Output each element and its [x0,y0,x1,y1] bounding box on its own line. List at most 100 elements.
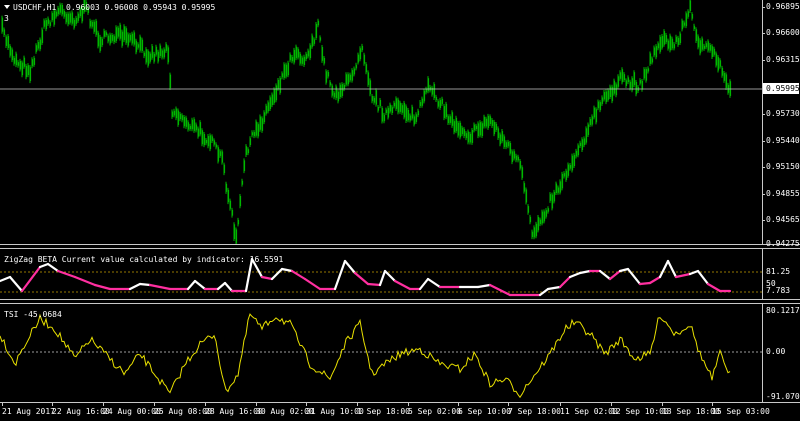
price-candle-body [593,107,596,118]
price-candle-body [135,40,138,53]
price-candle-body [21,62,24,76]
price-candle-body [695,29,698,41]
price-axis-label: 0.95730 [766,109,800,118]
tsi-svg [0,313,762,399]
price-candle-body [685,13,688,27]
price-candle-body [567,164,570,176]
price-candle-body [287,62,290,76]
price-candle-body [109,34,112,44]
price-candle-body [511,151,514,163]
price-candle-body [657,43,660,49]
zigzag-segment [696,269,710,286]
current-price-tag: 0.95995 [763,83,800,94]
price-candle-body [455,117,458,132]
price-candle-body [11,49,14,61]
time-axis-label: 1 Sep 18:00 [357,407,410,416]
time-axis-tick [712,403,713,406]
price-candle-body [555,183,558,193]
price-candle-body [417,110,420,116]
price-candle-body [527,206,530,213]
price-axis-tick [762,33,765,34]
zigzag-segment [260,275,274,281]
zigzag-axis-label: 7.783 [766,286,791,295]
time-axis-tick [458,403,459,406]
price-candle-body [141,39,144,51]
price-candle-body [449,116,452,123]
price-candle-body [375,90,378,105]
price-candle-body [315,23,318,39]
tsi-indicator-pane[interactable]: TSI -45.0684 [0,304,762,402]
price-candle-body [513,151,516,159]
time-axis-tick [611,403,612,406]
zigzag-segment [303,277,322,291]
price-candle-body [445,103,448,118]
price-candle-body [605,91,608,103]
price-candle-body [73,19,76,28]
price-candle-body [689,0,692,11]
price-candle-body [609,86,612,98]
price-candle-body [19,60,22,70]
time-axis-label: 25 Aug 08:00 [154,407,212,416]
price-candle-body [169,74,172,89]
price-candle-body [25,65,28,78]
price-axis-label: 0.96315 [766,55,800,64]
price-candle-body [659,36,662,52]
price-candle-body [219,151,222,156]
price-candle-body [239,195,242,207]
price-candle-body [491,120,494,126]
price-chart-pane[interactable]: USDCHF,H1 0.96003 0.96008 0.95943 0.9599… [0,0,762,246]
price-candle-body [45,20,48,30]
price-candle-body [361,45,364,51]
price-candle-body [213,140,216,145]
price-candle-body [589,119,592,125]
price-candle-body [191,119,194,130]
zigzag-segment [688,269,700,276]
price-candle-body [395,98,398,109]
price-candle-body [105,32,108,36]
zigzag-segment [333,259,347,291]
price-candle-body [255,121,258,136]
price-candle-body [71,12,74,24]
price-candle-body [243,160,246,172]
zigzag-segment [366,282,382,287]
corner-label: 3 [4,14,9,23]
price-candle-body [655,46,658,58]
price-candle-body [267,102,270,112]
price-candle-body [407,109,410,121]
price-axis-label: 0.96895 [766,2,800,11]
zigzag-segment [476,283,492,289]
price-candle-body [665,35,668,43]
price-candle-body [323,57,326,64]
price-chart-svg [0,0,762,246]
price-candle-body [371,95,374,102]
price-candle-body [187,122,190,130]
price-candle-body [697,36,700,48]
price-candle-body [501,131,504,142]
price-candle-body [115,27,118,41]
price-candle-body [549,194,552,201]
price-axis-tick [762,244,765,245]
price-candle-body [603,92,606,100]
zigzag-segment [290,269,307,281]
zigzag-segment [38,262,50,269]
zigzag-title: ZigZag BETA Current value calculated by … [4,255,284,264]
price-candle-body [147,51,150,66]
price-candle-body [253,132,256,137]
price-candle-body [149,53,152,62]
price-candle-body [497,128,500,138]
price-candle-body [327,72,330,77]
zigzag-indicator-pane[interactable]: ZigZag BETA Current value calculated by … [0,249,762,301]
price-candle-body [223,164,226,174]
zigzag-segment [638,281,652,286]
price-candle-body [3,29,6,35]
chart-menu-dropdown-icon[interactable] [4,5,10,9]
price-candle-body [335,86,338,99]
price-candle-body [261,118,264,131]
price-candle-body [619,72,622,79]
price-candle-body [639,80,642,84]
price-candle-body [667,40,670,49]
price-candle-body [275,85,278,101]
price-candle-body [211,136,214,142]
price-candle-body [479,122,482,136]
time-axis[interactable]: 21 Aug 2017 22 Aug 16:00 24 Aug 00:00 25 Au… [0,402,800,421]
